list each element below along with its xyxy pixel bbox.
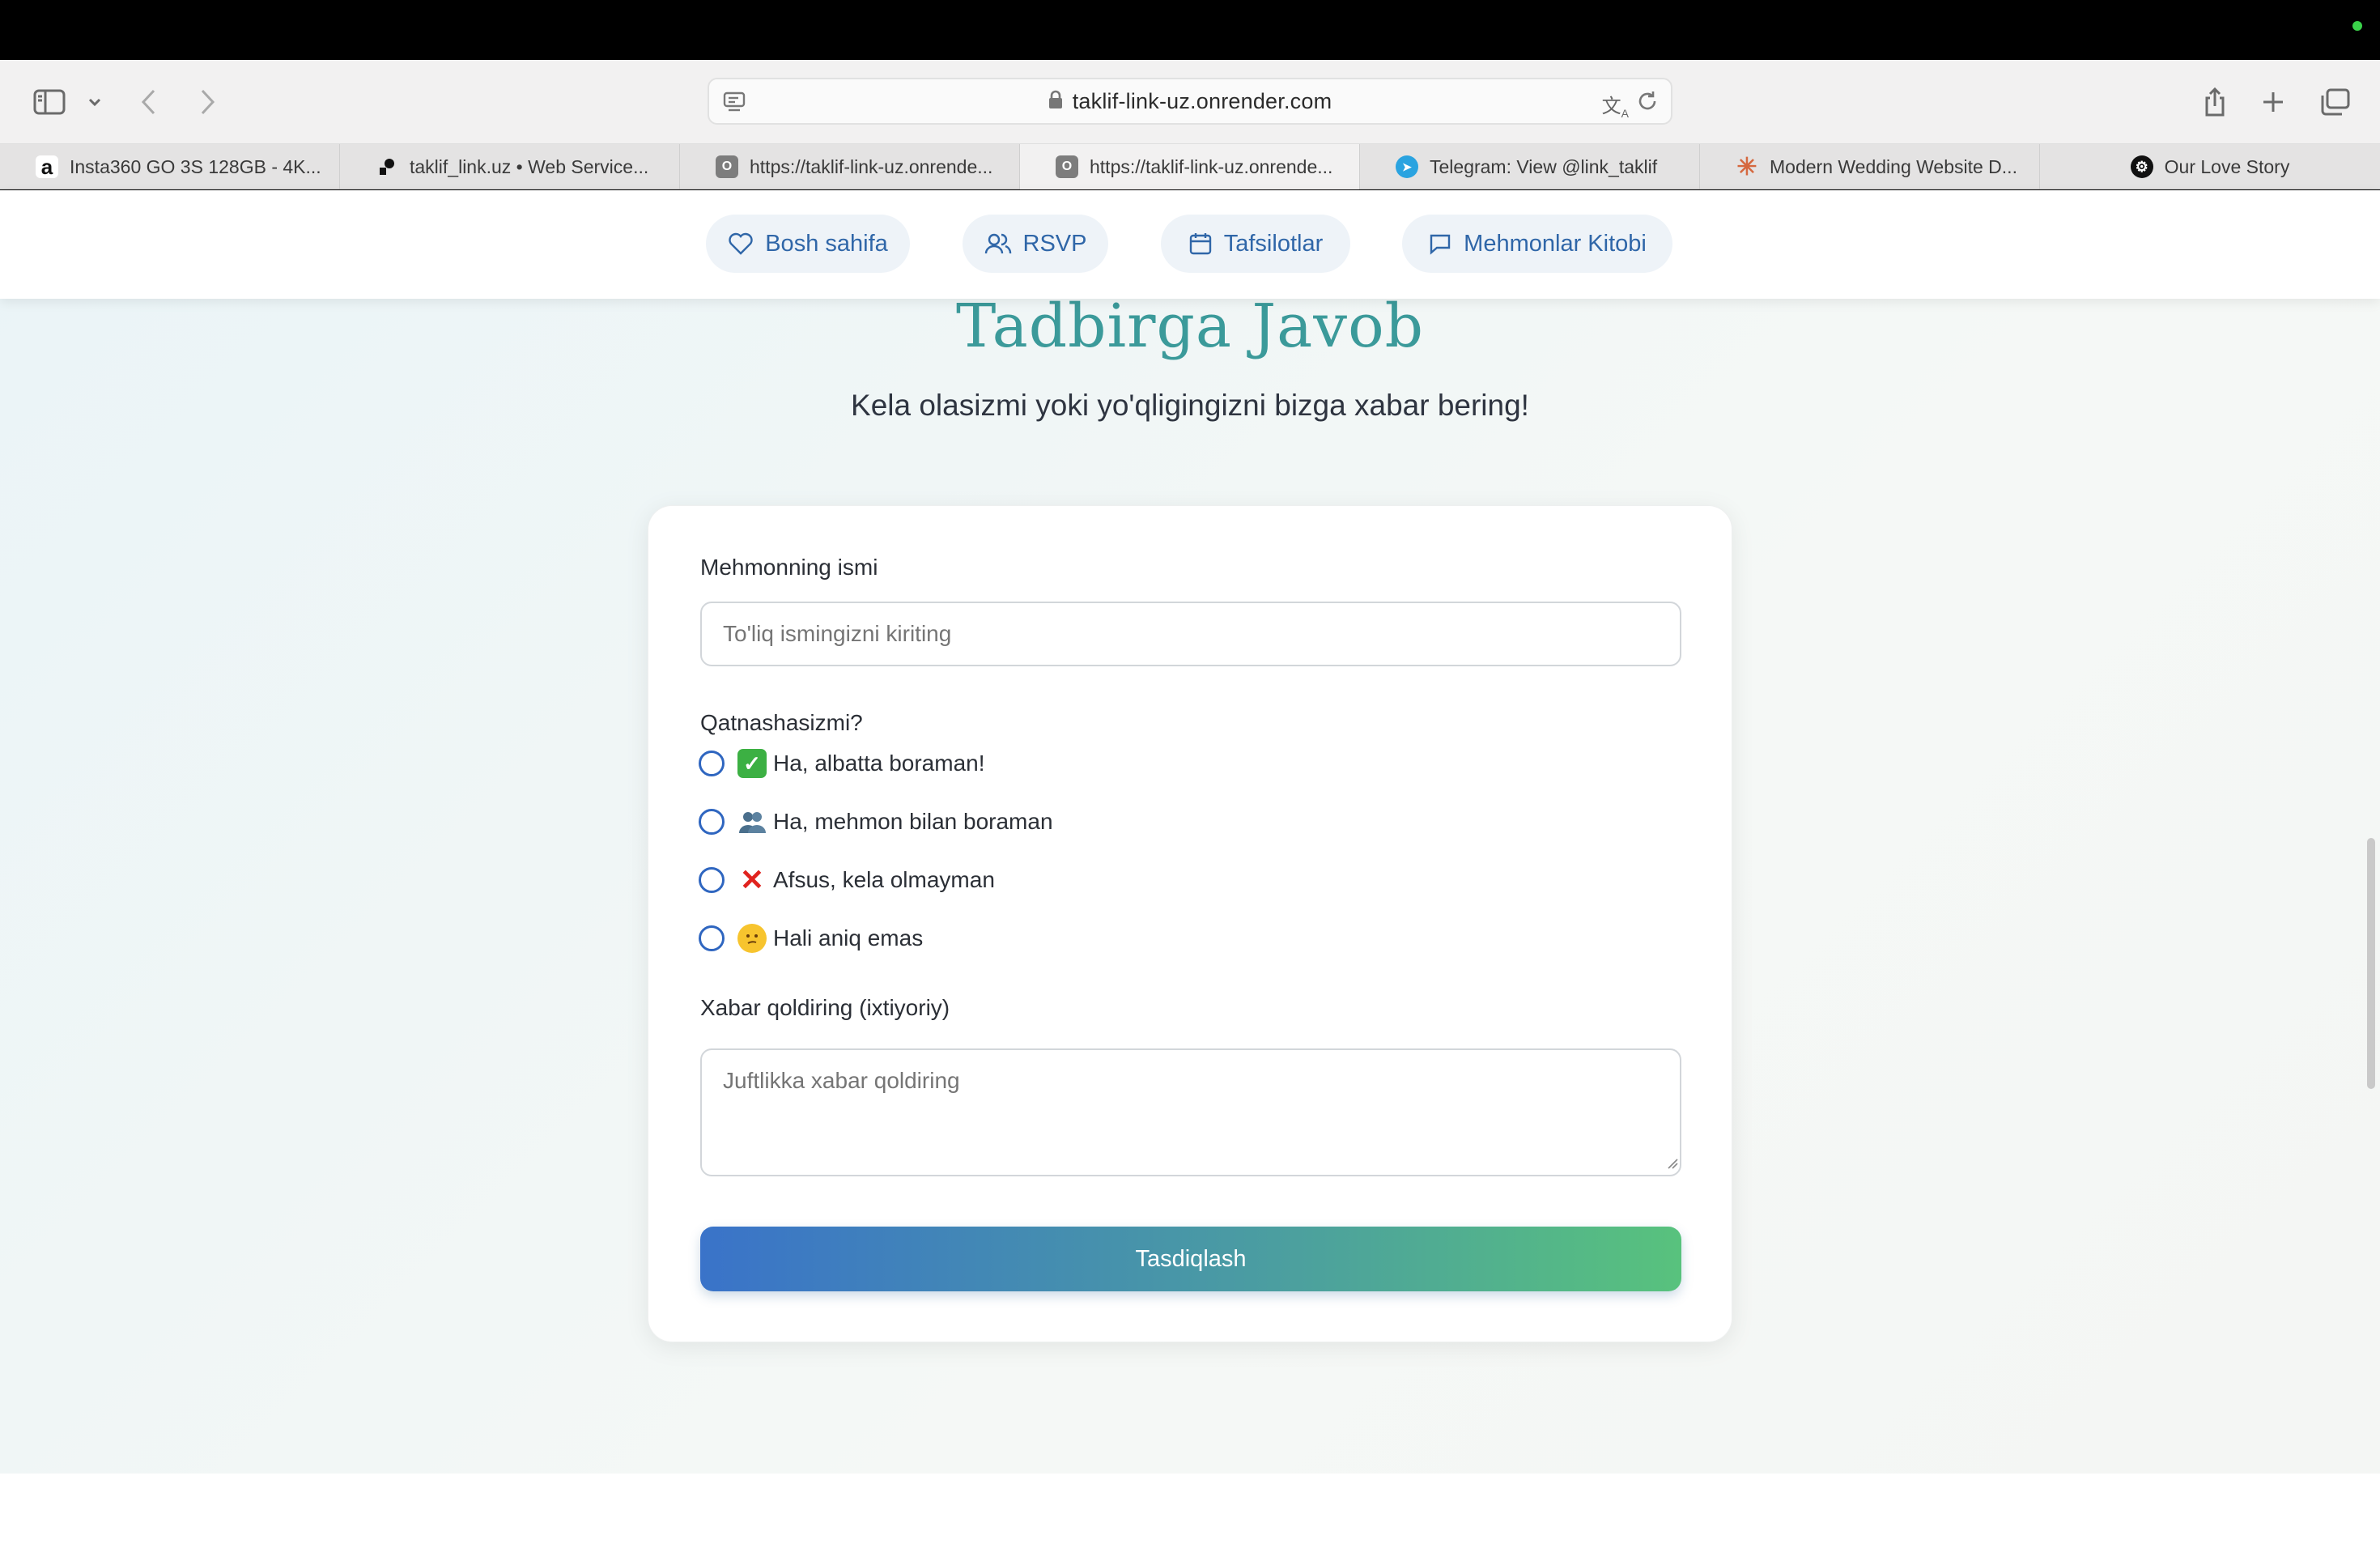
- tab-title: Telegram: View @link_taklif: [1430, 155, 1658, 177]
- tab-title: Our Love Story: [2164, 155, 2290, 177]
- option-label: Ha, albatta boraman!: [773, 751, 985, 776]
- tab-title: https://taklif-link-uz.onrende...: [750, 155, 993, 177]
- radio-option-yes[interactable]: ✓ Ha, albatta boraman!: [699, 747, 985, 780]
- site-nav: Bosh sahifa RSVP Tafsilotlar Mehmonlar K…: [0, 190, 2380, 299]
- address-bar[interactable]: taklif-link-uz.onrender.com 文A: [708, 78, 1672, 125]
- nav-label: Bosh sahifa: [765, 230, 888, 257]
- nav-home[interactable]: Bosh sahifa: [706, 215, 910, 273]
- message-label: Xabar qoldiring (ixtiyoriy): [700, 995, 950, 1020]
- cross-emoji-icon: ✕: [739, 863, 765, 896]
- tab-render[interactable]: taklif_link.uz • Web Service...: [340, 144, 680, 189]
- option-label: Afsus, kela olmayman: [773, 867, 995, 892]
- nav-details[interactable]: Tafsilotlar: [1161, 215, 1350, 273]
- nav-label: Mehmonlar Kitobi: [1464, 230, 1647, 257]
- people-emoji-icon: [737, 807, 767, 836]
- telegram-icon: ➤: [1396, 155, 1418, 178]
- tab-site-1[interactable]: O https://taklif-link-uz.onrende...: [680, 144, 1020, 189]
- tab-title: Insta360 GO 3S 128GB - 4K...: [70, 155, 321, 177]
- reload-icon[interactable]: [1635, 89, 1660, 117]
- sidebar-toggle-icon[interactable]: [31, 79, 68, 125]
- lock-icon: [1048, 90, 1063, 113]
- site-icon: O: [716, 155, 738, 178]
- page-subtitle: Kela olasizmi yoki yo'qligingizni bizga …: [851, 389, 1529, 422]
- site-icon: O: [1056, 155, 1078, 178]
- share-icon[interactable]: [2199, 79, 2231, 125]
- page-content: Tadbirga Javob Kela olasizmi yoki yo'qli…: [0, 190, 2380, 1474]
- amazon-icon: a: [36, 155, 58, 179]
- translate-icon[interactable]: 文A: [1602, 90, 1629, 120]
- nav-rsvp[interactable]: RSVP: [963, 215, 1108, 273]
- tab-bar: a Insta360 GO 3S 128GB - 4K... taklif_li…: [0, 144, 2380, 189]
- tab-site-active[interactable]: O https://taklif-link-uz.onrende...: [1020, 144, 1360, 189]
- radio-option-with-guest[interactable]: Ha, mehmon bilan boraman: [699, 806, 1053, 838]
- option-label: Hali aniq emas: [773, 925, 924, 950]
- url-text: taklif-link-uz.onrender.com: [1072, 88, 1332, 113]
- message-icon: [1430, 234, 1451, 255]
- radio-option-unsure[interactable]: Hali aniq emas: [699, 922, 923, 955]
- option-label: Ha, mehmon bilan boraman: [773, 809, 1053, 834]
- tab-title: taklif_link.uz • Web Service...: [410, 155, 649, 177]
- radio-button[interactable]: [699, 809, 725, 835]
- claude-icon: ✳: [1736, 153, 1757, 181]
- name-label: Mehmonning ismi: [700, 555, 878, 580]
- check-emoji-icon: ✓: [737, 749, 767, 778]
- nav-label: Tafsilotlar: [1223, 230, 1324, 257]
- users-icon: [984, 233, 1011, 254]
- radio-button[interactable]: [699, 925, 725, 951]
- nav-guestbook[interactable]: Mehmonlar Kitobi: [1402, 215, 1672, 273]
- resize-handle-icon[interactable]: [1667, 1158, 1678, 1173]
- tab-title: https://taklif-link-uz.onrende...: [1090, 155, 1333, 177]
- camera-indicator-icon: [2352, 21, 2362, 31]
- submit-button[interactable]: Tasdiqlash: [700, 1227, 1681, 1291]
- tab-amazon[interactable]: a Insta360 GO 3S 128GB - 4K...: [0, 144, 340, 189]
- heart-icon: [729, 232, 753, 255]
- nav-label: RSVP: [1022, 230, 1087, 257]
- thinking-emoji-icon: [737, 924, 767, 953]
- tab-love-story[interactable]: ⚙ Our Love Story: [2040, 144, 2380, 189]
- name-input[interactable]: [700, 602, 1681, 666]
- attend-label: Qatnashasizmi?: [700, 710, 863, 735]
- render-icon: [376, 155, 398, 178]
- radio-button[interactable]: [699, 751, 725, 776]
- radio-button[interactable]: [699, 867, 725, 893]
- message-field-wrapper: [700, 1048, 1681, 1176]
- page-scrollbar[interactable]: [2367, 838, 2375, 1089]
- tab-claude[interactable]: ✳ Modern Wedding Website D...: [1700, 144, 2040, 189]
- radio-option-no[interactable]: ✕ Afsus, kela olmayman: [699, 863, 995, 896]
- new-tab-icon[interactable]: [2257, 79, 2289, 125]
- calendar-icon: [1189, 233, 1211, 255]
- rsvp-form-card: Mehmonning ismi Qatnashasizmi? ✓ Ha, alb…: [648, 505, 1732, 1342]
- back-button[interactable]: [133, 79, 165, 125]
- chevron-down-icon[interactable]: [83, 79, 107, 125]
- tab-telegram[interactable]: ➤ Telegram: View @link_taklif: [1360, 144, 1700, 189]
- page-footer-area: [0, 1474, 2380, 1548]
- tab-title: Modern Wedding Website D...: [1770, 155, 2017, 177]
- forward-button[interactable]: [191, 79, 223, 125]
- openai-icon: ⚙: [2130, 155, 2153, 178]
- page-title: Tadbirga Javob: [955, 291, 1425, 361]
- tab-overview-icon[interactable]: [2317, 79, 2352, 125]
- browser-toolbar: taklif-link-uz.onrender.com 文A: [0, 60, 2380, 144]
- reader-icon[interactable]: [722, 91, 746, 117]
- system-menubar: [0, 0, 2380, 60]
- message-textarea[interactable]: [700, 1048, 1681, 1176]
